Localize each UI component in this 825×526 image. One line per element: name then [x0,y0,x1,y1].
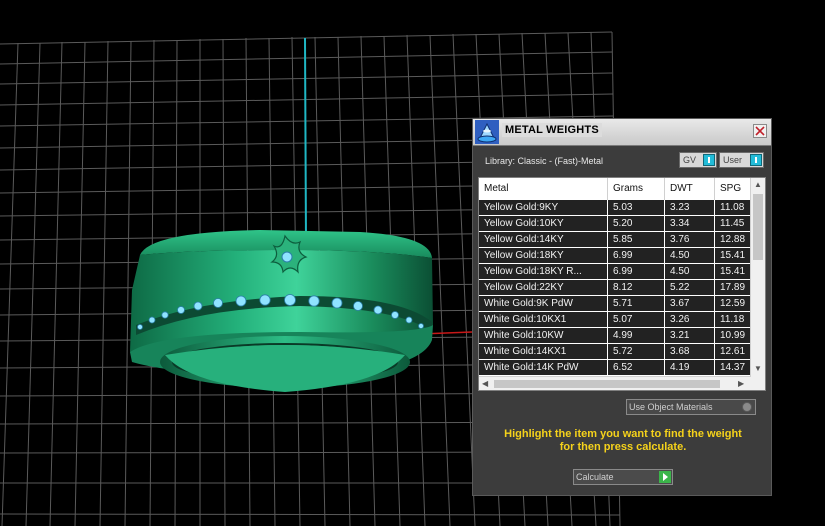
spg-cell: 14.37 [720,362,746,373]
gv-toggle[interactable]: GV [679,152,717,168]
grams-cell: 5.03 [608,200,665,215]
metal-cell: White Gold:14KX1 [479,344,608,359]
scroll-corner [751,376,765,390]
metal-cell: White Gold:9K PdW [479,296,608,311]
column-header-spg[interactable]: SPG [715,178,755,200]
spg-cell: 10.99 [720,330,746,341]
dwt-cell: 3.76 [665,232,715,247]
grams-cell: 4.99 [608,328,665,343]
column-header-metal[interactable]: Metal [479,178,608,200]
spg-cell: 11.18 [720,314,745,325]
close-button[interactable] [753,124,767,138]
library-label: Library: Classic - (Fast)-Metal [485,156,604,166]
metal-weights-panel: METAL WEIGHTS Library: Classic - (Fast)-… [472,118,772,496]
metal-cell: Yellow Gold:18KY R... [479,264,608,279]
spg-cell: 17.89 [720,282,746,293]
grams-cell: 6.99 [608,248,665,263]
panel-title: METAL WEIGHTS [502,123,602,137]
use-object-materials-label: Use Object Materials [629,402,713,412]
grams-cell: 5.72 [608,344,665,359]
play-icon [659,471,671,483]
scroll-up-icon[interactable]: ▲ [754,180,762,189]
spg-cell: 12.88 [720,234,746,245]
column-header-dwt[interactable]: DWT [665,178,715,200]
metal-cell: Yellow Gold:22KY [479,280,608,295]
spg-cell: 15.41 [720,266,746,277]
gv-toggle-switch[interactable] [703,154,715,166]
user-toggle-label: User [723,155,743,165]
dwt-cell: 3.67 [665,296,715,311]
table-header: Metal Grams DWT SPG [479,178,751,201]
grams-cell: 6.99 [608,264,665,279]
horizontal-scroll-thumb[interactable] [494,380,720,388]
table-row[interactable]: White Gold:9K PdW 5.71 3.67 12.59 [479,296,751,312]
instruction-line-1: Highlight the item you want to find the … [504,428,742,440]
grams-cell: 8.12 [608,280,665,295]
gv-toggle-label: GV [683,155,697,165]
metal-cell: Yellow Gold:10KY [479,216,608,231]
table-row[interactable]: Yellow Gold:10KY 5.20 3.34 11.45 [479,216,751,232]
close-icon [755,126,765,136]
metal-table[interactable]: Metal Grams DWT SPG Yellow Gold:9KY 5.03 3… [478,177,766,391]
scroll-left-icon[interactable]: ◀ [482,379,488,388]
horizontal-scrollbar[interactable]: ◀ ▶ [479,376,751,390]
dwt-cell: 4.19 [665,360,715,375]
instruction-text: Highlight the item you want to find the … [483,428,763,454]
user-toggle-switch[interactable] [750,154,762,166]
table-row[interactable]: White Gold:14KX1 5.72 3.68 12.61 [479,344,751,360]
calculate-button[interactable]: Calculate [573,469,673,485]
metal-cell: White Gold:10KW [479,328,608,343]
dwt-cell: 5.22 [665,280,715,295]
metal-cell: Yellow Gold:14KY [479,232,608,247]
dwt-cell: 3.23 [665,200,715,215]
table-row[interactable]: Yellow Gold:9KY 5.03 3.23 11.08 [479,200,751,216]
table-row[interactable]: Yellow Gold:14KY 5.85 3.76 12.88 [479,232,751,248]
dwt-cell: 4.50 [665,264,715,279]
spg-cell: 11.45 [720,218,745,229]
metal-weights-icon [475,120,499,144]
vertical-scroll-thumb[interactable] [753,194,763,260]
panel-titlebar[interactable]: METAL WEIGHTS [473,119,771,146]
spg-cell: 11.08 [720,202,745,213]
use-object-materials-toggle[interactable]: Use Object Materials [626,399,756,415]
metal-cell: Yellow Gold:9KY [479,200,608,215]
dwt-cell: 4.50 [665,248,715,263]
ring-model[interactable] [130,230,433,392]
table-body: Yellow Gold:9KY 5.03 3.23 11.08 Yellow Gold:… [479,200,751,376]
scroll-down-icon[interactable]: ▼ [754,364,762,373]
grams-cell: 5.85 [608,232,665,247]
spg-cell: 12.59 [720,298,746,309]
table-row[interactable]: White Gold:14K PdW 6.52 4.19 14.37 [479,360,751,376]
column-header-grams[interactable]: Grams [608,178,665,200]
table-row[interactable]: Yellow Gold:18KY R... 6.99 4.50 15.41 [479,264,751,280]
table-row[interactable]: Yellow Gold:18KY 6.99 4.50 15.41 [479,248,751,264]
grams-cell: 5.07 [608,312,665,327]
dwt-cell: 3.34 [665,216,715,231]
radio-off-icon[interactable] [742,402,752,412]
user-toggle[interactable]: User [719,152,764,168]
table-row[interactable]: White Gold:10KW 4.99 3.21 10.99 [479,328,751,344]
grams-cell: 6.52 [608,360,665,375]
spg-cell: 15.41 [720,250,746,261]
table-row[interactable]: Yellow Gold:22KY 8.12 5.22 17.89 [479,280,751,296]
vertical-scrollbar[interactable]: ▲ ▼ [750,178,765,376]
dwt-cell: 3.68 [665,344,715,359]
grams-cell: 5.71 [608,296,665,311]
dwt-cell: 3.21 [665,328,715,343]
y-axis-line [304,37,307,246]
table-row[interactable]: White Gold:10KX1 5.07 3.26 11.18 [479,312,751,328]
instruction-line-2: for then press calculate. [559,441,687,453]
spg-cell: 12.61 [720,346,746,357]
metal-cell: Yellow Gold:18KY [479,248,608,263]
dwt-cell: 3.26 [665,312,715,327]
metal-cell: White Gold:10KX1 [479,312,608,327]
calculate-label: Calculate [576,472,614,482]
grams-cell: 5.20 [608,216,665,231]
metal-cell: White Gold:14K PdW [479,360,608,375]
scroll-right-icon[interactable]: ▶ [738,379,744,388]
